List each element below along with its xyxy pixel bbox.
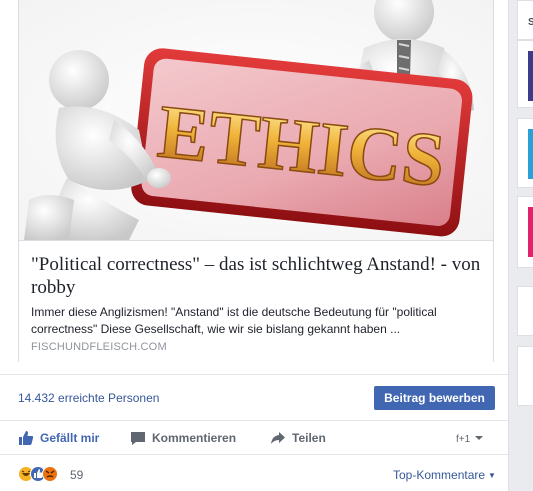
audience-selector[interactable]: f+1: [456, 432, 484, 444]
svg-text:S: S: [528, 17, 533, 28]
post-card: ETHICS "Political correctness" – das ist…: [0, 0, 509, 491]
like-button[interactable]: Gefällt mir: [18, 430, 99, 446]
boost-post-button[interactable]: Beitrag bewerben: [374, 386, 495, 410]
angry-reaction-icon: [42, 466, 58, 482]
link-preview[interactable]: ETHICS "Political correctness" – das ist…: [18, 0, 494, 362]
post-actions: Gefällt mir Kommentieren Teilen f+1: [0, 420, 508, 455]
reaction-count[interactable]: 59: [70, 468, 83, 482]
sidebar-ad-thumb-2[interactable]: [517, 118, 533, 188]
share-arrow-icon: [270, 430, 286, 446]
post-insights: 14.432 erreichte Personen Beitrag bewerb…: [0, 374, 508, 421]
link-preview-image[interactable]: ETHICS: [19, 0, 493, 240]
svg-text:f+1: f+1: [456, 434, 471, 444]
reach-count[interactable]: 14.432 erreichte Personen: [18, 391, 159, 405]
sidebar-header: S: [517, 0, 533, 40]
sidebar-section: [517, 286, 533, 336]
link-domain: FISCHUNDFLEISCH.COM: [31, 341, 167, 353]
comment-label: Kommentieren: [152, 431, 237, 445]
audience-icon: f+1: [456, 434, 471, 444]
thumbs-up-icon: [18, 430, 34, 446]
sidebar-section-2: [517, 346, 533, 406]
link-title[interactable]: "Political correctness" – das ist schlic…: [31, 253, 481, 299]
sidebar-ad-thumb-3[interactable]: [517, 196, 533, 268]
share-button[interactable]: Teilen: [270, 430, 326, 446]
reactions-bar: 59 Top-Kommentare ▼: [0, 454, 508, 491]
comment-icon: [130, 430, 146, 446]
link-preview-text[interactable]: "Political correctness" – das ist schlic…: [19, 240, 493, 362]
comment-button[interactable]: Kommentieren: [130, 430, 236, 446]
sidebar-ad-thumb-1[interactable]: [517, 40, 533, 108]
ethics-illustration: ETHICS: [19, 0, 493, 240]
chevron-down-icon: [475, 436, 483, 440]
comment-sort-dropdown[interactable]: Top-Kommentare ▼: [393, 468, 496, 482]
caret-down-icon: ▼: [488, 470, 496, 480]
reaction-icons[interactable]: [18, 466, 58, 482]
share-label: Teilen: [292, 431, 326, 445]
comment-sort-label: Top-Kommentare: [393, 468, 486, 482]
link-description: Immer diese Anglizismen! "Anstand" ist d…: [31, 305, 437, 336]
right-sidebar: S: [517, 0, 533, 490]
like-label: Gefällt mir: [40, 431, 100, 445]
